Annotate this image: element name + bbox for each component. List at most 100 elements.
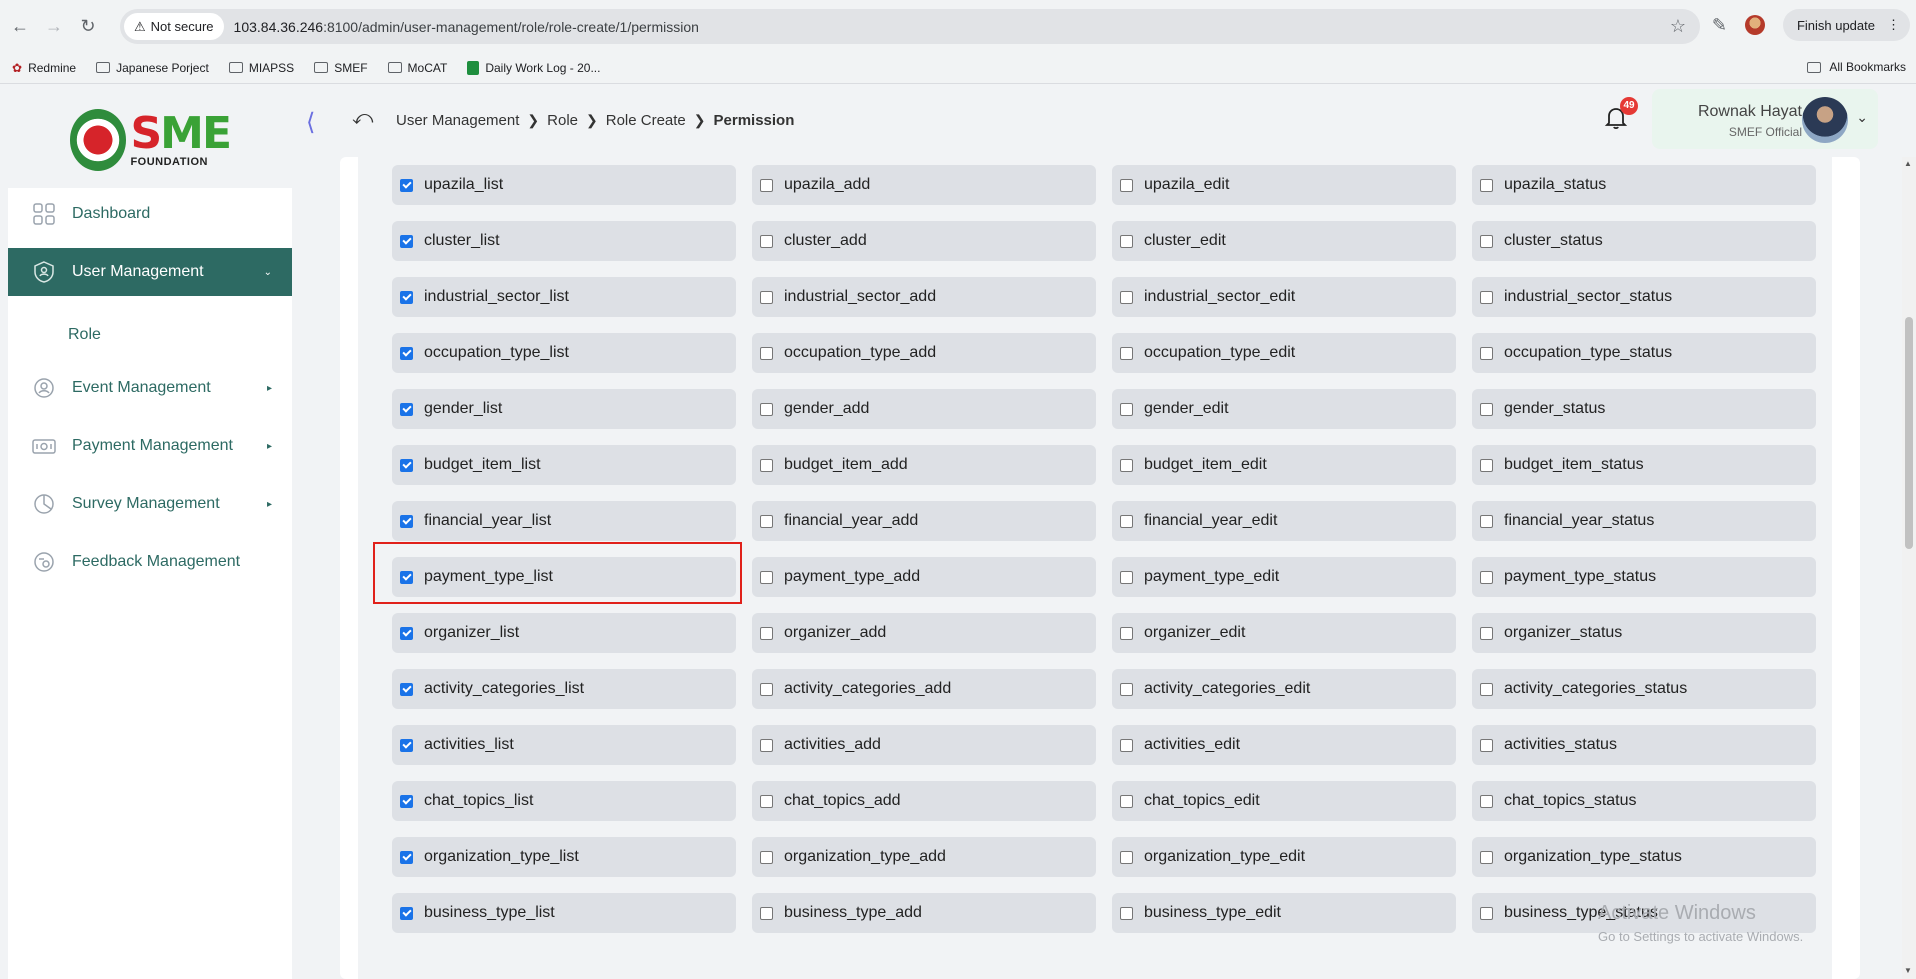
permission-business-type-add[interactable]: business_type_add bbox=[752, 893, 1096, 933]
permission-checkbox[interactable] bbox=[1480, 458, 1493, 472]
security-chip[interactable]: ⚠ Not secure bbox=[124, 13, 224, 40]
permission-industrial-sector-add[interactable]: industrial_sector_add bbox=[752, 277, 1096, 317]
permission-organizer-list[interactable]: organizer_list bbox=[392, 613, 736, 653]
page-scrollbar[interactable]: ▲ ▼ bbox=[1902, 157, 1916, 979]
permission-gender-list[interactable]: gender_list bbox=[392, 389, 736, 429]
permission-financial-year-list[interactable]: financial_year_list bbox=[392, 501, 736, 541]
permission-activities-edit[interactable]: activities_edit bbox=[1112, 725, 1456, 765]
permission-industrial-sector-edit[interactable]: industrial_sector_edit bbox=[1112, 277, 1456, 317]
permission-upazila-list[interactable]: upazila_list bbox=[392, 165, 736, 205]
permission-checkbox[interactable] bbox=[400, 234, 413, 248]
permission-industrial-sector-list[interactable]: industrial_sector_list bbox=[392, 277, 736, 317]
permission-budget-item-list[interactable]: budget_item_list bbox=[392, 445, 736, 485]
bookmark-miapss[interactable]: MIAPSS bbox=[228, 61, 294, 75]
permission-chat-topics-list[interactable]: chat_topics_list bbox=[392, 781, 736, 821]
finish-update-button[interactable]: Finish update ⋮ bbox=[1782, 9, 1910, 41]
permission-checkbox[interactable] bbox=[1480, 570, 1493, 584]
breadcrumb-role[interactable]: Role bbox=[547, 112, 578, 129]
permission-checkbox[interactable] bbox=[400, 178, 413, 192]
permission-activity-categories-status[interactable]: activity_categories_status bbox=[1472, 669, 1816, 709]
permission-cluster-status[interactable]: cluster_status bbox=[1472, 221, 1816, 261]
undo-back-icon[interactable]: ⤺ bbox=[352, 107, 373, 130]
permission-checkbox[interactable] bbox=[400, 290, 413, 304]
bookmark-smef[interactable]: SMEF bbox=[314, 61, 368, 75]
permission-checkbox[interactable] bbox=[400, 850, 413, 864]
permission-checkbox[interactable] bbox=[1480, 514, 1493, 528]
permission-budget-item-edit[interactable]: budget_item_edit bbox=[1112, 445, 1456, 485]
permission-gender-edit[interactable]: gender_edit bbox=[1112, 389, 1456, 429]
permission-checkbox[interactable] bbox=[760, 290, 773, 304]
permission-checkbox[interactable] bbox=[760, 794, 773, 808]
permission-chat-topics-status[interactable]: chat_topics_status bbox=[1472, 781, 1816, 821]
permission-upazila-edit[interactable]: upazila_edit bbox=[1112, 165, 1456, 205]
permission-upazila-status[interactable]: upazila_status bbox=[1472, 165, 1816, 205]
permission-checkbox[interactable] bbox=[760, 346, 773, 360]
sidebar-item-payment-management[interactable]: Payment Management ▸ bbox=[8, 422, 292, 470]
permission-checkbox[interactable] bbox=[760, 234, 773, 248]
permission-business-type-list[interactable]: business_type_list bbox=[392, 893, 736, 933]
permission-checkbox[interactable] bbox=[400, 514, 413, 528]
sidebar-subitem-role[interactable]: Role bbox=[68, 326, 101, 344]
permission-checkbox[interactable] bbox=[760, 458, 773, 472]
permission-checkbox[interactable] bbox=[1120, 570, 1133, 584]
permission-checkbox[interactable] bbox=[1480, 850, 1493, 864]
scroll-thumb[interactable] bbox=[1905, 317, 1913, 549]
bookmark-mocat[interactable]: MoCAT bbox=[387, 61, 447, 75]
permission-checkbox[interactable] bbox=[1480, 906, 1493, 920]
permission-activities-add[interactable]: activities_add bbox=[752, 725, 1096, 765]
scroll-up-icon[interactable]: ▲ bbox=[1904, 159, 1912, 168]
permission-checkbox[interactable] bbox=[400, 346, 413, 360]
sidebar-item-event-management[interactable]: Event Management ▸ bbox=[8, 364, 292, 412]
permission-organizer-status[interactable]: organizer_status bbox=[1472, 613, 1816, 653]
sidebar-item-feedback-management[interactable]: Feedback Management bbox=[8, 538, 292, 586]
breadcrumb-user-management[interactable]: User Management bbox=[396, 112, 519, 129]
permission-checkbox[interactable] bbox=[760, 178, 773, 192]
permission-organizer-add[interactable]: organizer_add bbox=[752, 613, 1096, 653]
permission-organization-type-status[interactable]: organization_type_status bbox=[1472, 837, 1816, 877]
permission-checkbox[interactable] bbox=[1120, 514, 1133, 528]
url-text[interactable]: 103.84.36.246:8100/admin/user-management… bbox=[234, 19, 699, 35]
permission-cluster-list[interactable]: cluster_list bbox=[392, 221, 736, 261]
permission-cluster-edit[interactable]: cluster_edit bbox=[1112, 221, 1456, 261]
permission-checkbox[interactable] bbox=[400, 626, 413, 640]
permission-checkbox[interactable] bbox=[400, 458, 413, 472]
sidebar-item-dashboard[interactable]: Dashboard bbox=[8, 190, 292, 238]
permission-checkbox[interactable] bbox=[1480, 346, 1493, 360]
address-bar[interactable]: ⚠ Not secure 103.84.36.246:8100/admin/us… bbox=[120, 9, 1700, 44]
permission-gender-status[interactable]: gender_status bbox=[1472, 389, 1816, 429]
permission-checkbox[interactable] bbox=[400, 682, 413, 696]
permission-occupation-type-status[interactable]: occupation_type_status bbox=[1472, 333, 1816, 373]
permission-checkbox[interactable] bbox=[400, 794, 413, 808]
permission-business-type-edit[interactable]: business_type_edit bbox=[1112, 893, 1456, 933]
profile-avatar-icon[interactable] bbox=[1744, 15, 1765, 35]
permission-checkbox[interactable] bbox=[760, 402, 773, 416]
permission-chat-topics-edit[interactable]: chat_topics_edit bbox=[1112, 781, 1456, 821]
all-bookmarks[interactable]: All Bookmarks bbox=[1807, 60, 1906, 74]
bookmark-star-icon[interactable]: ☆ bbox=[1670, 16, 1686, 37]
permission-checkbox[interactable] bbox=[1120, 402, 1133, 416]
permission-gender-add[interactable]: gender_add bbox=[752, 389, 1096, 429]
permission-activity-categories-list[interactable]: activity_categories_list bbox=[392, 669, 736, 709]
notification-bell[interactable]: 49 bbox=[1604, 97, 1638, 133]
permission-checkbox[interactable] bbox=[400, 738, 413, 752]
permission-checkbox[interactable] bbox=[1120, 850, 1133, 864]
permission-organization-type-edit[interactable]: organization_type_edit bbox=[1112, 837, 1456, 877]
permission-checkbox[interactable] bbox=[1480, 290, 1493, 304]
permission-checkbox[interactable] bbox=[1120, 290, 1133, 304]
permission-occupation-type-add[interactable]: occupation_type_add bbox=[752, 333, 1096, 373]
permission-activity-categories-edit[interactable]: activity_categories_edit bbox=[1112, 669, 1456, 709]
permission-checkbox[interactable] bbox=[1120, 794, 1133, 808]
permission-checkbox[interactable] bbox=[400, 402, 413, 416]
permission-checkbox[interactable] bbox=[1480, 626, 1493, 640]
permission-checkbox[interactable] bbox=[1480, 738, 1493, 752]
permission-payment-type-edit[interactable]: payment_type_edit bbox=[1112, 557, 1456, 597]
permission-checkbox[interactable] bbox=[1480, 234, 1493, 248]
permission-checkbox[interactable] bbox=[1120, 682, 1133, 696]
permission-checkbox[interactable] bbox=[760, 738, 773, 752]
permission-checkbox[interactable] bbox=[1120, 738, 1133, 752]
bookmark-redmine[interactable]: ✿ Redmine bbox=[12, 61, 76, 75]
permission-checkbox[interactable] bbox=[1120, 906, 1133, 920]
reload-icon[interactable]: ↻ bbox=[74, 12, 102, 40]
permission-checkbox[interactable] bbox=[760, 682, 773, 696]
permission-cluster-add[interactable]: cluster_add bbox=[752, 221, 1096, 261]
